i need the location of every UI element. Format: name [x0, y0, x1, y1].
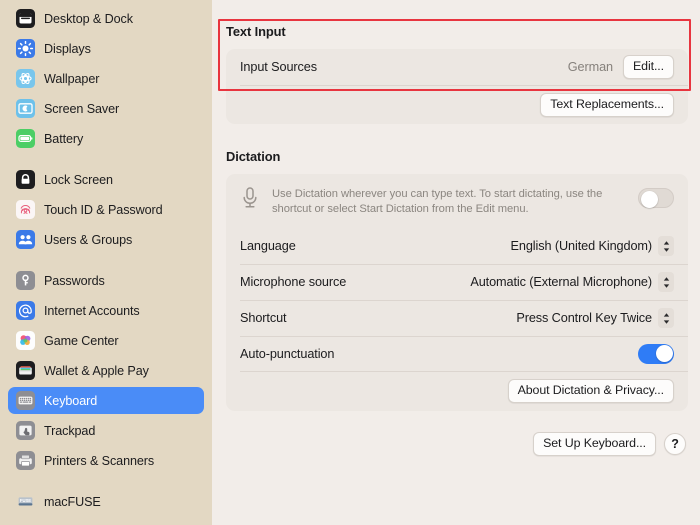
- chevron-up-down-icon: [658, 272, 674, 292]
- sidebar-item-printers-scanners[interactable]: Printers & Scanners: [8, 447, 204, 474]
- sidebar-item-battery[interactable]: Battery: [8, 125, 204, 152]
- sidebar-group-third-party: FUSE macFUSE: [8, 488, 204, 515]
- sidebar-item-label: Printers & Scanners: [44, 453, 155, 468]
- sidebar-item-lock-screen[interactable]: Lock Screen: [8, 166, 204, 193]
- sidebar-item-label: Touch ID & Password: [44, 202, 163, 217]
- wallet-apple-pay-icon: [16, 361, 35, 380]
- sidebar-item-label: Desktop & Dock: [44, 11, 133, 26]
- passwords-key-icon: [16, 271, 35, 290]
- settings-main-panel: Text Input Input Sources German Edit... …: [212, 0, 700, 525]
- dictation-description: Use Dictation wherever you can type text…: [272, 188, 603, 215]
- sidebar-group-appearance: Desktop & Dock Displays Wallpaper Screen…: [8, 5, 204, 152]
- dictation-enable-row[interactable]: Use Dictation wherever you can type text…: [226, 174, 688, 228]
- sidebar-group-accounts-devices: Passwords Internet Accounts Game Center …: [8, 267, 204, 474]
- dictation-section-title: Dictation: [226, 149, 281, 164]
- auto-punctuation-label: Auto-punctuation: [240, 346, 335, 361]
- shortcut-value: Press Control Key Twice: [516, 311, 652, 325]
- dictation-language-row[interactable]: Language English (United Kingdom): [226, 228, 688, 264]
- language-popup-button[interactable]: English (United Kingdom): [511, 236, 674, 256]
- microphone-source-value: Automatic (External Microphone): [470, 275, 652, 289]
- system-settings-window: Desktop & Dock Displays Wallpaper Screen…: [0, 0, 700, 525]
- input-sources-label: Input Sources: [240, 60, 317, 74]
- settings-sidebar[interactable]: Desktop & Dock Displays Wallpaper Screen…: [0, 0, 212, 525]
- dictation-card: Use Dictation wherever you can type text…: [226, 174, 688, 411]
- internet-accounts-at-icon: [16, 301, 35, 320]
- auto-punctuation-row[interactable]: Auto-punctuation: [226, 336, 688, 371]
- auto-punctuation-toggle[interactable]: [638, 343, 674, 364]
- sidebar-item-touch-id[interactable]: Touch ID & Password: [8, 196, 204, 223]
- battery-icon: [16, 129, 35, 148]
- microphone-source-popup-button[interactable]: Automatic (External Microphone): [470, 272, 674, 292]
- sidebar-item-users-groups[interactable]: Users & Groups: [8, 226, 204, 253]
- footer-button-row: Set Up Keyboard... ?: [226, 432, 688, 456]
- sidebar-item-label: Game Center: [44, 333, 119, 348]
- help-button[interactable]: ?: [664, 433, 686, 455]
- printers-scanners-icon: [16, 451, 35, 470]
- desktop-dock-icon: [16, 9, 35, 28]
- toggle-knob: [640, 190, 658, 208]
- sidebar-item-label: Keyboard: [44, 393, 98, 408]
- input-sources-value: German: [567, 60, 614, 74]
- dictation-microphone-row[interactable]: Microphone source Automatic (External Mi…: [226, 264, 688, 300]
- microphone-source-label: Microphone source: [240, 275, 347, 289]
- sidebar-group-security: Lock Screen Touch ID & Password Users & …: [8, 166, 204, 253]
- sidebar-item-label: Battery: [44, 131, 84, 146]
- sidebar-item-passwords[interactable]: Passwords: [8, 267, 204, 294]
- sidebar-item-label: macFUSE: [44, 494, 101, 509]
- input-sources-row[interactable]: Input Sources German Edit...: [226, 49, 688, 85]
- shortcut-popup-button[interactable]: Press Control Key Twice: [516, 308, 674, 328]
- toggle-knob: [655, 345, 673, 362]
- sidebar-item-trackpad[interactable]: Trackpad: [8, 417, 204, 444]
- sidebar-item-wallpaper[interactable]: Wallpaper: [8, 65, 204, 92]
- microphone-icon: [240, 185, 260, 217]
- wallpaper-icon: [16, 69, 35, 88]
- sidebar-divider: [8, 155, 204, 166]
- trackpad-icon: [16, 421, 35, 440]
- game-center-icon: [16, 331, 35, 350]
- sidebar-item-label: Internet Accounts: [44, 303, 140, 318]
- sidebar-divider: [8, 256, 204, 267]
- chevron-up-down-icon: [658, 236, 674, 256]
- sidebar-item-label: Lock Screen: [44, 172, 113, 187]
- sidebar-item-desktop-dock[interactable]: Desktop & Dock: [8, 5, 204, 32]
- chevron-up-down-icon: [658, 308, 674, 328]
- users-groups-icon: [16, 230, 35, 249]
- sidebar-item-keyboard[interactable]: Keyboard: [8, 387, 204, 414]
- text-input-section-title: Text Input: [226, 24, 286, 39]
- about-dictation-row: About Dictation & Privacy...: [226, 371, 688, 411]
- sidebar-item-label: Screen Saver: [44, 101, 120, 116]
- dictation-toggle[interactable]: [638, 188, 674, 208]
- sidebar-item-wallet-apple-pay[interactable]: Wallet & Apple Pay: [8, 357, 204, 384]
- sidebar-item-screen-saver[interactable]: Screen Saver: [8, 95, 204, 122]
- screen-saver-icon: [16, 99, 35, 118]
- sidebar-item-macfuse[interactable]: FUSE macFUSE: [8, 488, 204, 515]
- language-label: Language: [240, 239, 296, 253]
- set-up-keyboard-button[interactable]: Set Up Keyboard...: [533, 432, 656, 456]
- keyboard-icon: [16, 391, 35, 410]
- sidebar-item-label: Trackpad: [44, 423, 96, 438]
- sidebar-item-internet-accounts[interactable]: Internet Accounts: [8, 297, 204, 324]
- touch-id-icon: [16, 200, 35, 219]
- sidebar-item-label: Users & Groups: [44, 232, 133, 247]
- sidebar-item-displays[interactable]: Displays: [8, 35, 204, 62]
- shortcut-label: Shortcut: [240, 311, 287, 325]
- macfuse-icon: FUSE: [16, 492, 35, 511]
- sidebar-item-label: Passwords: [44, 273, 105, 288]
- displays-icon: [16, 39, 35, 58]
- svg-text:FUSE: FUSE: [20, 498, 31, 503]
- sidebar-item-game-center[interactable]: Game Center: [8, 327, 204, 354]
- lock-screen-icon: [16, 170, 35, 189]
- language-value: English (United Kingdom): [510, 239, 653, 253]
- about-dictation-privacy-button[interactable]: About Dictation & Privacy...: [507, 379, 674, 403]
- text-replacements-row: Text Replacements...: [226, 85, 688, 124]
- sidebar-item-label: Wallpaper: [44, 71, 100, 86]
- sidebar-item-label: Displays: [44, 41, 91, 56]
- edit-input-sources-button[interactable]: Edit...: [623, 55, 674, 79]
- sidebar-item-label: Wallet & Apple Pay: [44, 363, 149, 378]
- dictation-shortcut-row[interactable]: Shortcut Press Control Key Twice: [226, 300, 688, 336]
- text-replacements-button[interactable]: Text Replacements...: [540, 92, 674, 117]
- text-input-card: Input Sources German Edit... Text Replac…: [226, 49, 688, 124]
- sidebar-divider: [8, 477, 204, 488]
